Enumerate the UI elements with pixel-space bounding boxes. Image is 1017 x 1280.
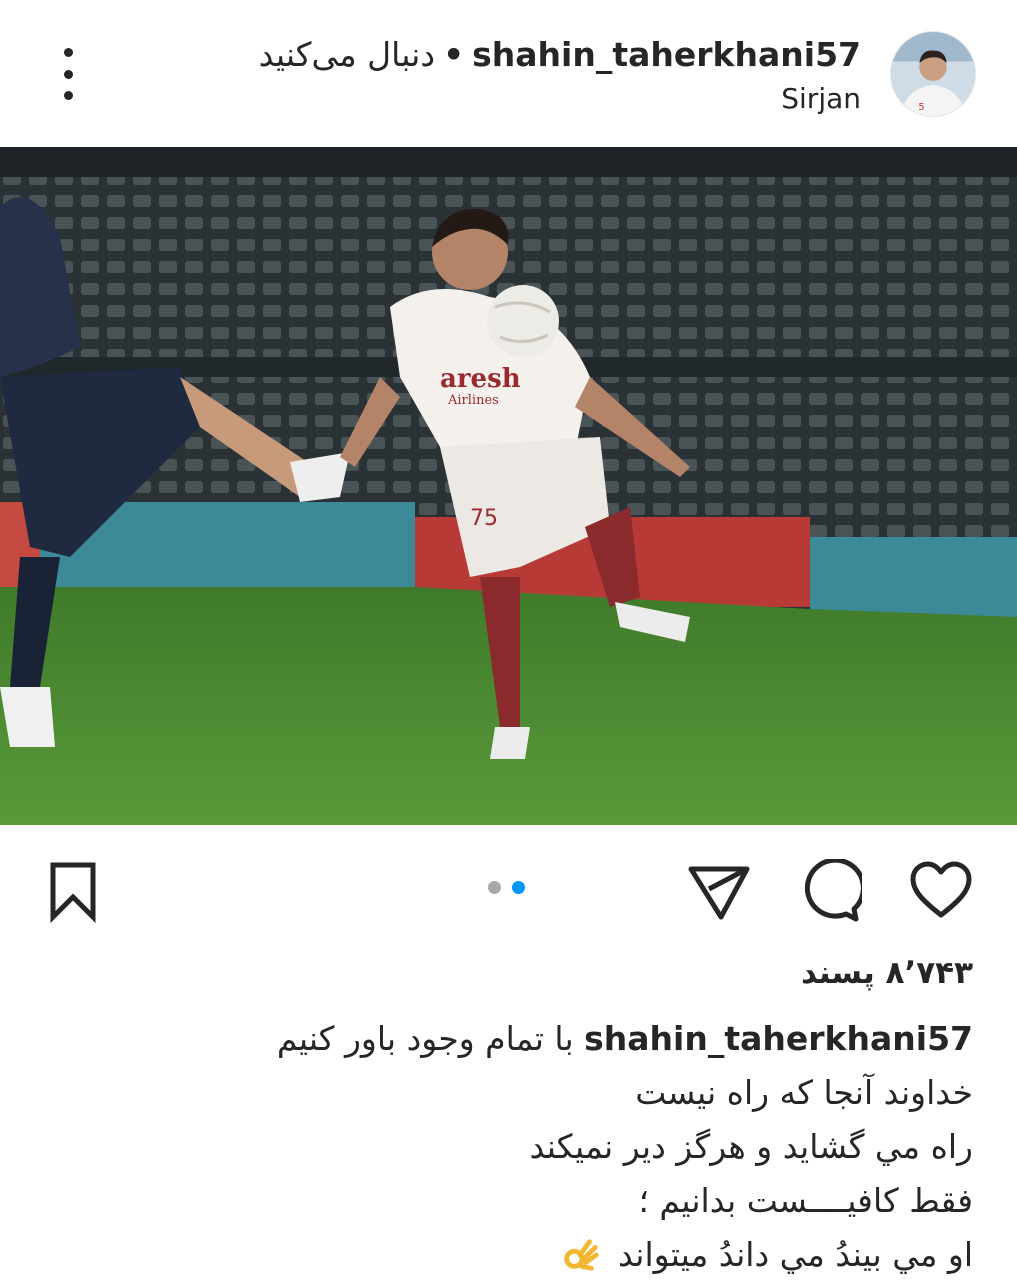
send-icon[interactable] <box>684 856 754 926</box>
shorts-number: 75 <box>470 506 498 531</box>
carousel-dot[interactable] <box>488 881 501 894</box>
caption-text-4: فقط كافيــــست بدانيم ؛ <box>638 1181 973 1220</box>
ok-hand-emoji <box>564 1239 599 1271</box>
likes-label: پسند <box>800 955 875 991</box>
caption-text-5: او مي بيندُ مي داندُ ميتواند <box>617 1235 973 1274</box>
caption-text-1: با تمام وجود باور کنیم <box>276 1019 574 1058</box>
more-options-icon[interactable] <box>48 48 88 100</box>
caption-text-3: راه مي گشايد و هرگز دير نميكند <box>529 1127 973 1166</box>
likes-number: ۸٬۷۴۳ <box>885 955 973 991</box>
carousel-dot-active[interactable] <box>512 881 525 894</box>
profile-avatar[interactable]: 5 <box>890 31 976 117</box>
shirt-sponsor: aresh <box>440 364 521 394</box>
carousel-indicator <box>488 881 525 894</box>
post-header: 5 دنبال می‌کنید • shahin_taherkhani57 Si… <box>0 0 1017 147</box>
shirt-sponsor-sub: Airlines <box>447 393 499 408</box>
avatar-image: 5 <box>891 32 975 116</box>
caption-username[interactable]: shahin_taherkhani57 <box>584 1019 973 1058</box>
header-username[interactable]: shahin_taherkhani57 <box>472 35 861 74</box>
post-location[interactable]: Sirjan <box>781 82 861 115</box>
football-photo: aresh Airlines 75 <box>0 147 1017 825</box>
follow-status[interactable]: دنبال می‌کنید <box>259 35 436 74</box>
post-image[interactable]: aresh Airlines 75 <box>0 147 1017 825</box>
heart-icon[interactable] <box>906 856 976 926</box>
comment-icon[interactable] <box>795 856 865 926</box>
header-user-line: دنبال می‌کنید • shahin_taherkhani57 <box>259 32 861 76</box>
post-caption: shahin_taherkhani57 با تمام وجود باور کن… <box>33 1012 973 1280</box>
caption-text-2: خداوند آنجا که راه نیست <box>635 1073 973 1112</box>
avatar-shirt-number: 5 <box>918 102 924 113</box>
caption-line-5: او مي بيندُ مي داندُ ميتواند <box>33 1228 973 1280</box>
separator-dot: • <box>443 34 465 74</box>
caption-line: shahin_taherkhani57 با تمام وجود باور کن… <box>33 1012 973 1066</box>
bookmark-icon[interactable] <box>38 856 108 926</box>
likes-count[interactable]: ۸٬۷۴۳ پسند <box>801 955 973 991</box>
